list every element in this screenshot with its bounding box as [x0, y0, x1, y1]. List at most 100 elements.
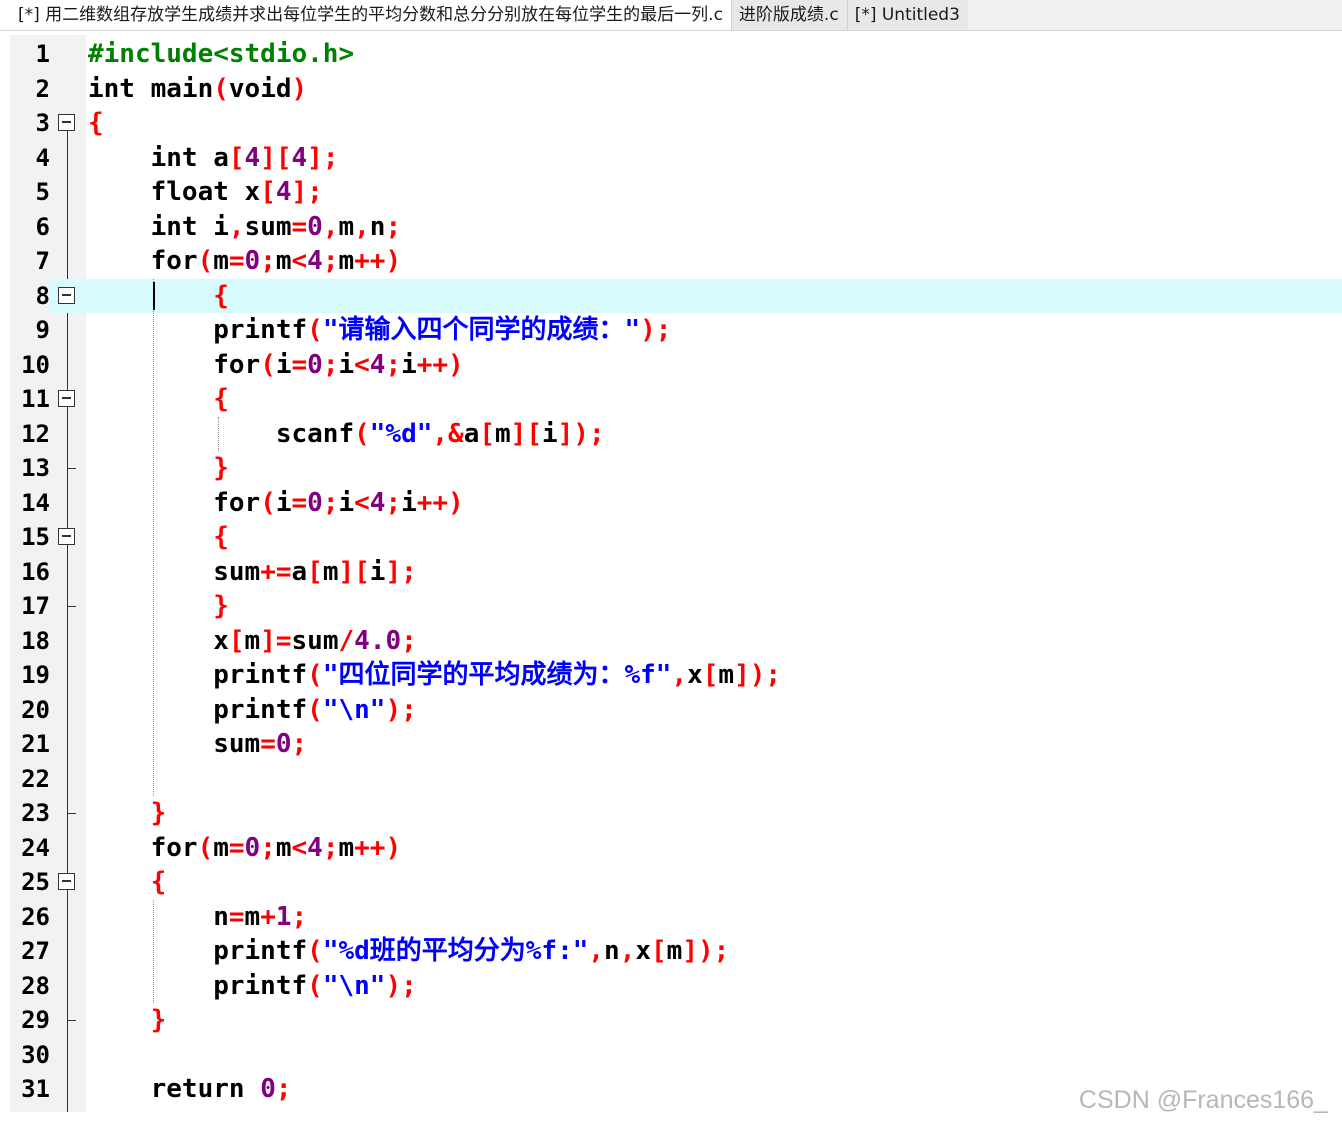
- code-line[interactable]: 22: [10, 762, 1342, 797]
- code-token: void: [228, 73, 292, 104]
- code-text[interactable]: printf("\n");: [88, 693, 417, 728]
- code-text[interactable]: {: [88, 382, 229, 417]
- code-line[interactable]: 26 n=m+1;: [10, 900, 1342, 935]
- code-text[interactable]: n=m+1;: [88, 900, 307, 935]
- code-text[interactable]: int main(void): [88, 72, 307, 107]
- code-token: [: [260, 177, 276, 207]
- code-text[interactable]: printf("%d班的平均分为%f:",n,x[m]);: [88, 934, 729, 969]
- code-token: sum: [88, 556, 261, 587]
- tab-file-2[interactable]: 进阶版成绩.c: [730, 0, 847, 30]
- code-line[interactable]: 2 int main(void): [10, 72, 1342, 107]
- code-line[interactable]: 21 sum=0;: [10, 727, 1342, 762]
- code-line[interactable]: 19 printf("四位同学的平均成绩为：%f",x[m]);: [10, 658, 1342, 693]
- code-line[interactable]: 13 }: [10, 451, 1342, 486]
- code-token: =: [291, 349, 308, 380]
- fold-collapse-icon[interactable]: [58, 286, 75, 304]
- code-token: ]);: [557, 418, 605, 449]
- code-text[interactable]: {: [88, 279, 229, 314]
- fold-end-marker-icon: [67, 813, 76, 814]
- code-line[interactable]: 4 int a[4][4];: [10, 141, 1342, 176]
- code-text[interactable]: #include<stdio.h>: [88, 37, 354, 72]
- line-number: 10: [21, 350, 50, 379]
- code-text[interactable]: printf("四位同学的平均成绩为：%f",x[m]);: [88, 658, 781, 693]
- code-token: for: [88, 487, 261, 518]
- code-text[interactable]: int a[4][4];: [88, 141, 339, 176]
- code-token: ,: [228, 211, 245, 242]
- code-line[interactable]: 30: [10, 1038, 1342, 1073]
- code-line[interactable]: 9 printf("请输入四个同学的成绩：");: [10, 313, 1342, 348]
- fold-collapse-icon[interactable]: [58, 390, 75, 407]
- code-line[interactable]: 11 {: [10, 382, 1342, 417]
- code-token: for: [88, 246, 198, 276]
- code-token: (: [260, 487, 276, 518]
- tab-file-3[interactable]: [*] Untitled3: [846, 0, 968, 30]
- code-line[interactable]: 14 for(i=0;i<4;i++): [10, 486, 1342, 521]
- code-text[interactable]: {: [88, 865, 167, 900]
- code-text[interactable]: x[m]=sum/4.0;: [88, 624, 417, 659]
- code-line[interactable]: 12 scanf("%d",&a[m][i]);: [10, 417, 1342, 452]
- code-text[interactable]: for(m=0;m<4;m++): [88, 831, 402, 866]
- code-line[interactable]: 3{: [10, 106, 1342, 141]
- code-line[interactable]: 28 printf("\n");: [10, 969, 1342, 1004]
- code-line[interactable]: 8 {: [10, 278, 1342, 314]
- code-token: m: [244, 901, 261, 932]
- code-line[interactable]: 10 for(i=0;i<4;i++): [10, 348, 1342, 383]
- code-token: sum: [291, 625, 339, 656]
- code-text[interactable]: for(i=0;i<4;i++): [88, 348, 464, 383]
- tab-file-1[interactable]: [*] 用二维数组存放学生成绩并求出每位学生的平均分数和总分分别放在每位学生的最…: [0, 0, 731, 30]
- code-text[interactable]: sum+=a[m][i];: [88, 555, 417, 590]
- fold-collapse-icon[interactable]: [58, 873, 75, 890]
- code-text[interactable]: }: [88, 589, 229, 624]
- code-token: 4.0: [354, 625, 402, 656]
- code-token: "四位同学的平均成绩为：%f": [322, 660, 672, 690]
- code-text[interactable]: for(m=0;m<4;m++): [88, 244, 402, 279]
- code-token: x: [635, 936, 652, 966]
- code-token: ;: [291, 729, 308, 759]
- code-text[interactable]: for(i=0;i<4;i++): [88, 486, 464, 521]
- fold-collapse-icon[interactable]: [58, 114, 75, 131]
- code-line[interactable]: 7 for(m=0;m<4;m++): [10, 244, 1342, 279]
- code-text[interactable]: printf("请输入四个同学的成绩：");: [88, 313, 671, 348]
- code-text[interactable]: }: [88, 451, 229, 486]
- code-line[interactable]: 29 }: [10, 1003, 1342, 1038]
- code-token: 4: [244, 142, 261, 173]
- code-text[interactable]: float x[4];: [88, 175, 323, 210]
- code-token: for: [88, 832, 198, 863]
- code-text[interactable]: }: [88, 796, 167, 831]
- code-editor[interactable]: 1 #include<stdio.h> 2 int main(void) 3{4 int…: [10, 35, 1342, 1112]
- line-number: 15: [21, 523, 50, 551]
- code-line[interactable]: 27 printf("%d班的平均分为%f:",n,x[m]);: [10, 934, 1342, 969]
- code-line[interactable]: 20 printf("\n");: [10, 693, 1342, 728]
- code-token: (: [307, 694, 323, 725]
- code-text[interactable]: {: [88, 106, 104, 141]
- code-text[interactable]: {: [88, 520, 229, 555]
- code-line[interactable]: 17 }: [10, 589, 1342, 624]
- code-line[interactable]: 15 {: [10, 520, 1342, 555]
- line-number: 21: [21, 730, 50, 758]
- code-token: int main: [88, 73, 214, 104]
- code-line[interactable]: 16 sum+=a[m][i];: [10, 555, 1342, 590]
- fold-collapse-icon[interactable]: [58, 528, 75, 545]
- code-token: printf: [88, 970, 308, 1001]
- code-text[interactable]: scanf("%d",&a[m][i]);: [88, 417, 605, 452]
- code-text[interactable]: int i,sum=0,m,n;: [88, 210, 402, 245]
- code-token: m: [666, 936, 683, 966]
- code-text[interactable]: sum=0;: [88, 727, 307, 762]
- line-number: 5: [35, 178, 50, 206]
- code-text[interactable]: printf("\n");: [88, 969, 417, 1004]
- code-text[interactable]: }: [88, 1003, 167, 1038]
- code-line[interactable]: 1 #include<stdio.h>: [10, 37, 1342, 72]
- code-line[interactable]: 25 {: [10, 865, 1342, 900]
- code-token: );: [385, 694, 417, 725]
- code-text[interactable]: return 0;: [88, 1072, 292, 1107]
- code-line[interactable]: 5 float x[4];: [10, 175, 1342, 210]
- code-token: ][: [338, 556, 370, 587]
- code-line[interactable]: 23 }: [10, 796, 1342, 831]
- code-line[interactable]: 6 int i,sum=0,m,n;: [10, 210, 1342, 245]
- code-token: "%d班的平均分为%f:": [322, 936, 589, 966]
- code-line[interactable]: 24 for(m=0;m<4;m++): [10, 831, 1342, 866]
- code-token: 4: [291, 142, 308, 173]
- file-tab-bar: [*] 用二维数组存放学生成绩并求出每位学生的平均分数和总分分别放在每位学生的最…: [0, 0, 1342, 31]
- code-line[interactable]: 18 x[m]=sum/4.0;: [10, 624, 1342, 659]
